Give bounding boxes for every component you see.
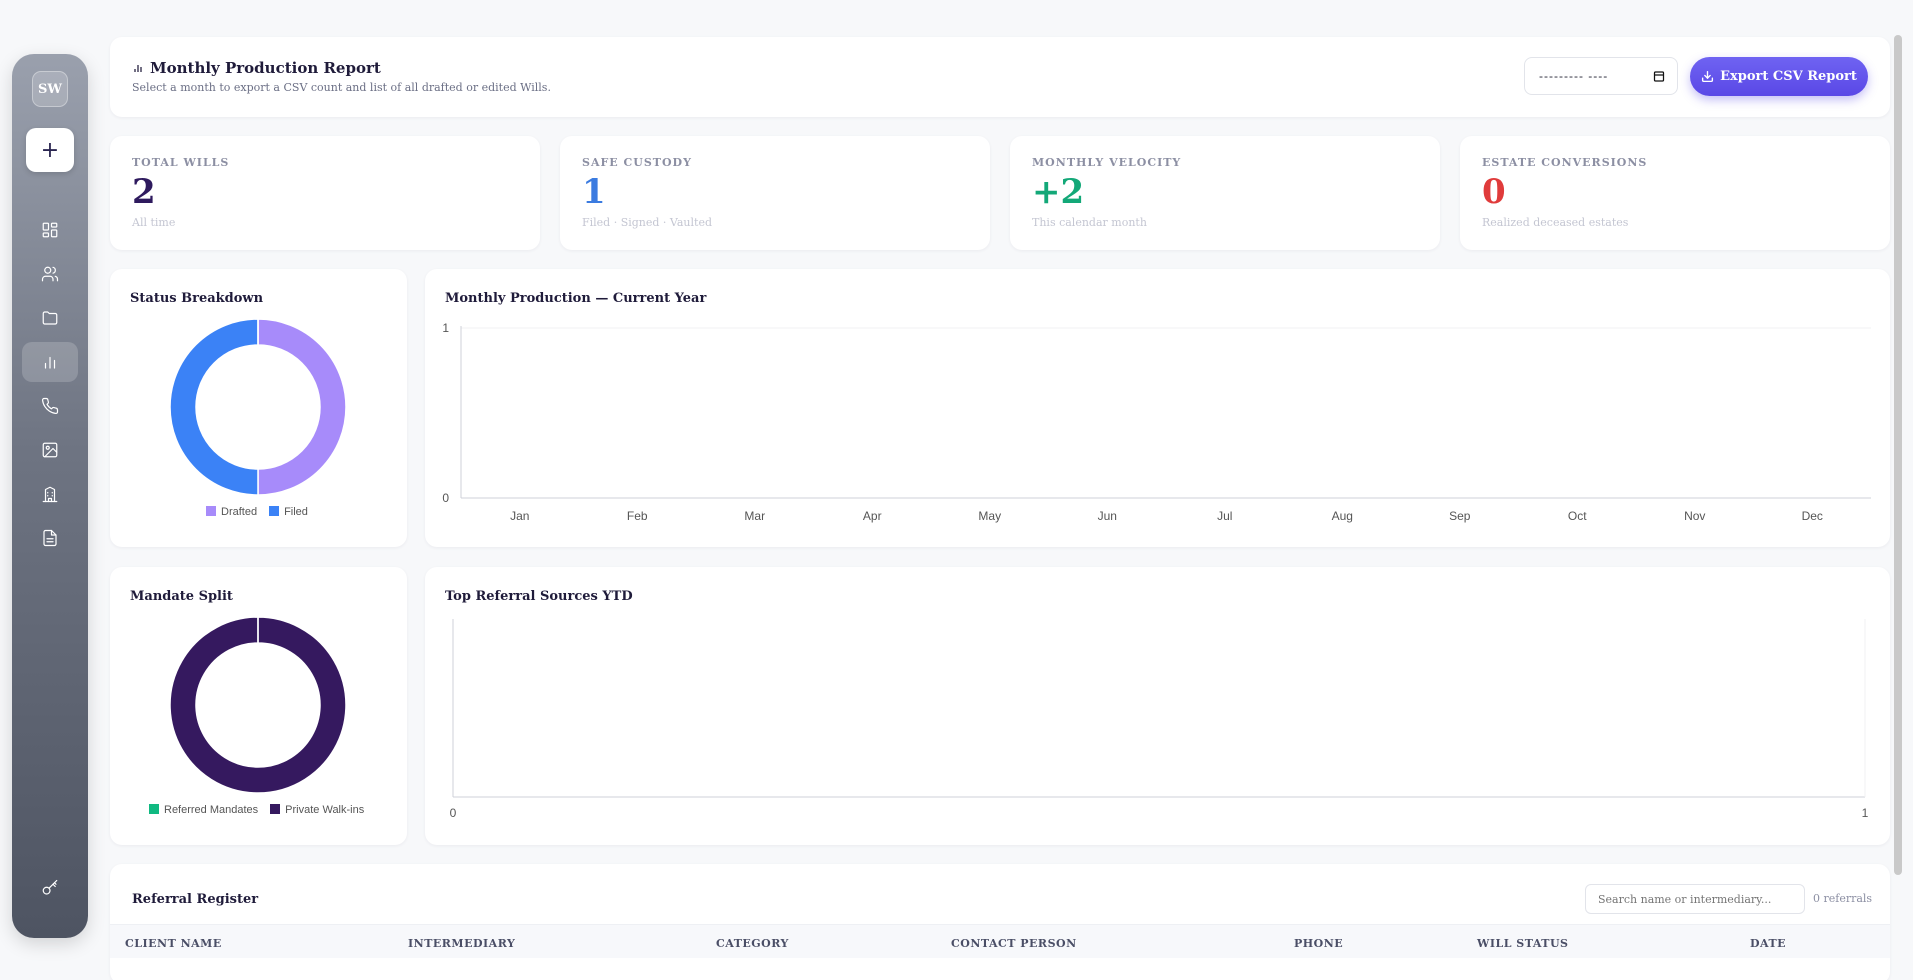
stat-card-safe-custody: SAFE CUSTODY 1 Filed · Signed · Vaulted bbox=[560, 136, 990, 250]
stat-label: ESTATE CONVERSIONS bbox=[1482, 156, 1648, 169]
x-tick-label: Jan bbox=[510, 509, 529, 523]
referral-register-title: Referral Register bbox=[132, 892, 259, 907]
stat-card-monthly-velocity: MONTHLY VELOCITY +2 This calendar month bbox=[1010, 136, 1440, 250]
image-icon bbox=[42, 442, 58, 458]
mandate-legend: Referred Mandates Private Walk-ins bbox=[149, 804, 364, 816]
page-subtitle: Select a month to export a CSV count and… bbox=[132, 81, 551, 94]
x-tick-label: Jul bbox=[1217, 509, 1232, 523]
x-tick-label: Feb bbox=[627, 509, 648, 523]
sidebar-item-calls[interactable] bbox=[22, 386, 78, 426]
x-tick-label: Oct bbox=[1568, 509, 1587, 523]
export-csv-label: Export CSV Report bbox=[1720, 69, 1857, 84]
stat-label: SAFE CUSTODY bbox=[582, 156, 692, 169]
x-tick-label: Apr bbox=[863, 509, 882, 523]
building-icon bbox=[42, 486, 58, 503]
y-tick-label: 1 bbox=[442, 321, 449, 335]
stat-sub: All time bbox=[132, 216, 176, 229]
stat-card-estate-conversions: ESTATE CONVERSIONS 0 Realized deceased e… bbox=[1460, 136, 1890, 250]
page-scrollbar[interactable] bbox=[1894, 35, 1902, 875]
stat-sub: This calendar month bbox=[1032, 216, 1147, 229]
mandate-split-card: Mandate Split Referred Mandates Private … bbox=[110, 567, 407, 845]
referral-count: 0 referrals bbox=[1813, 892, 1873, 905]
top-referrals-card: Top Referral Sources YTD 01 bbox=[425, 567, 1890, 845]
month-picker-input[interactable]: --------- ---- bbox=[1524, 57, 1678, 95]
column-header[interactable]: PHONE bbox=[1294, 937, 1343, 950]
column-header[interactable]: INTERMEDIARY bbox=[408, 937, 515, 950]
sidebar-item-security[interactable] bbox=[22, 868, 78, 908]
status-legend: Drafted Filed bbox=[206, 506, 308, 518]
x-tick-label: Aug bbox=[1332, 509, 1353, 523]
x-tick-label: Dec bbox=[1802, 509, 1823, 523]
legend-item-filed[interactable]: Filed bbox=[269, 506, 308, 518]
export-csv-button[interactable]: Export CSV Report bbox=[1690, 57, 1868, 96]
top-referrals-chart: 01 bbox=[450, 619, 1869, 820]
calendar-icon[interactable] bbox=[1653, 70, 1665, 82]
x-tick-label: 0 bbox=[450, 806, 457, 820]
sidebar: SW + bbox=[12, 54, 88, 938]
sidebar-item-files[interactable] bbox=[22, 298, 78, 338]
x-tick-label: Nov bbox=[1684, 509, 1705, 523]
month-placeholder: --------- ---- bbox=[1539, 69, 1609, 83]
download-icon bbox=[1702, 70, 1714, 83]
x-tick-label: Jun bbox=[1098, 509, 1117, 523]
dashboard-icon bbox=[42, 222, 58, 238]
add-button[interactable]: + bbox=[26, 128, 74, 172]
sidebar-item-documents[interactable] bbox=[22, 518, 78, 558]
bar-chart-icon bbox=[44, 356, 56, 369]
bar-chart-icon bbox=[134, 65, 142, 72]
folder-icon bbox=[42, 311, 58, 325]
stat-value: +2 bbox=[1032, 172, 1085, 212]
stat-sub: Filed · Signed · Vaulted bbox=[582, 216, 712, 229]
stat-card-total-wills: TOTAL WILLS 2 All time bbox=[110, 136, 540, 250]
stat-value: 2 bbox=[132, 172, 156, 212]
sidebar-item-firms[interactable] bbox=[22, 474, 78, 514]
phone-icon bbox=[41, 397, 59, 415]
column-header[interactable]: CLIENT NAME bbox=[125, 937, 222, 950]
donut-slice-drafted[interactable] bbox=[257, 318, 347, 496]
column-header[interactable]: CONTACT PERSON bbox=[951, 937, 1077, 950]
report-header: Monthly Production Report Select a month… bbox=[110, 37, 1890, 117]
mandate-donut-chart bbox=[169, 616, 347, 794]
x-tick-label: May bbox=[978, 509, 1001, 523]
x-tick-label: Sep bbox=[1449, 509, 1471, 523]
key-icon bbox=[42, 879, 58, 895]
sidebar-item-reports[interactable] bbox=[22, 342, 78, 382]
donut-slice-filed[interactable] bbox=[169, 318, 259, 496]
referral-table-header: CLIENT NAME INTERMEDIARY CATEGORY CONTAC… bbox=[110, 924, 1890, 958]
monthly-production-card: Monthly Production — Current Year 0 1 Jan F… bbox=[425, 269, 1890, 547]
mandate-split-title: Mandate Split bbox=[130, 589, 233, 604]
status-donut-chart bbox=[169, 318, 347, 496]
y-tick-label: 0 bbox=[442, 491, 449, 505]
status-breakdown-title: Status Breakdown bbox=[130, 291, 264, 306]
stat-label: MONTHLY VELOCITY bbox=[1032, 156, 1182, 169]
stat-value: 0 bbox=[1482, 172, 1506, 212]
page-title-text: Monthly Production Report bbox=[150, 59, 381, 77]
column-header[interactable]: CATEGORY bbox=[716, 937, 789, 950]
users-icon bbox=[41, 266, 59, 282]
legend-item-referred[interactable]: Referred Mandates bbox=[149, 804, 258, 816]
status-breakdown-card: Status Breakdown Drafted Filed bbox=[110, 269, 407, 547]
x-tick-label: 1 bbox=[1862, 806, 1869, 820]
column-header[interactable]: DATE bbox=[1750, 937, 1786, 950]
sidebar-item-clients[interactable] bbox=[22, 254, 78, 294]
document-icon bbox=[43, 529, 57, 547]
stat-sub: Realized deceased estates bbox=[1482, 216, 1629, 229]
legend-item-walkins[interactable]: Private Walk-ins bbox=[270, 804, 364, 816]
sidebar-item-gallery[interactable] bbox=[22, 430, 78, 470]
column-header[interactable]: WILL STATUS bbox=[1477, 937, 1568, 950]
page-title: Monthly Production Report bbox=[132, 59, 381, 77]
referral-search-input[interactable] bbox=[1585, 884, 1805, 914]
user-avatar[interactable]: SW bbox=[32, 71, 68, 107]
monthly-production-chart: 0 1 Jan Feb Mar Apr May Jun Jul Aug Sep Oct Nov Dec bbox=[442, 321, 1871, 523]
x-tick-label: Mar bbox=[744, 509, 765, 523]
legend-item-drafted[interactable]: Drafted bbox=[206, 506, 257, 518]
stat-label: TOTAL WILLS bbox=[132, 156, 230, 169]
sidebar-item-dashboard[interactable] bbox=[22, 210, 78, 250]
referral-register-card: Referral Register 0 referrals CLIENT NAM… bbox=[110, 864, 1890, 980]
stat-value: 1 bbox=[582, 172, 606, 212]
